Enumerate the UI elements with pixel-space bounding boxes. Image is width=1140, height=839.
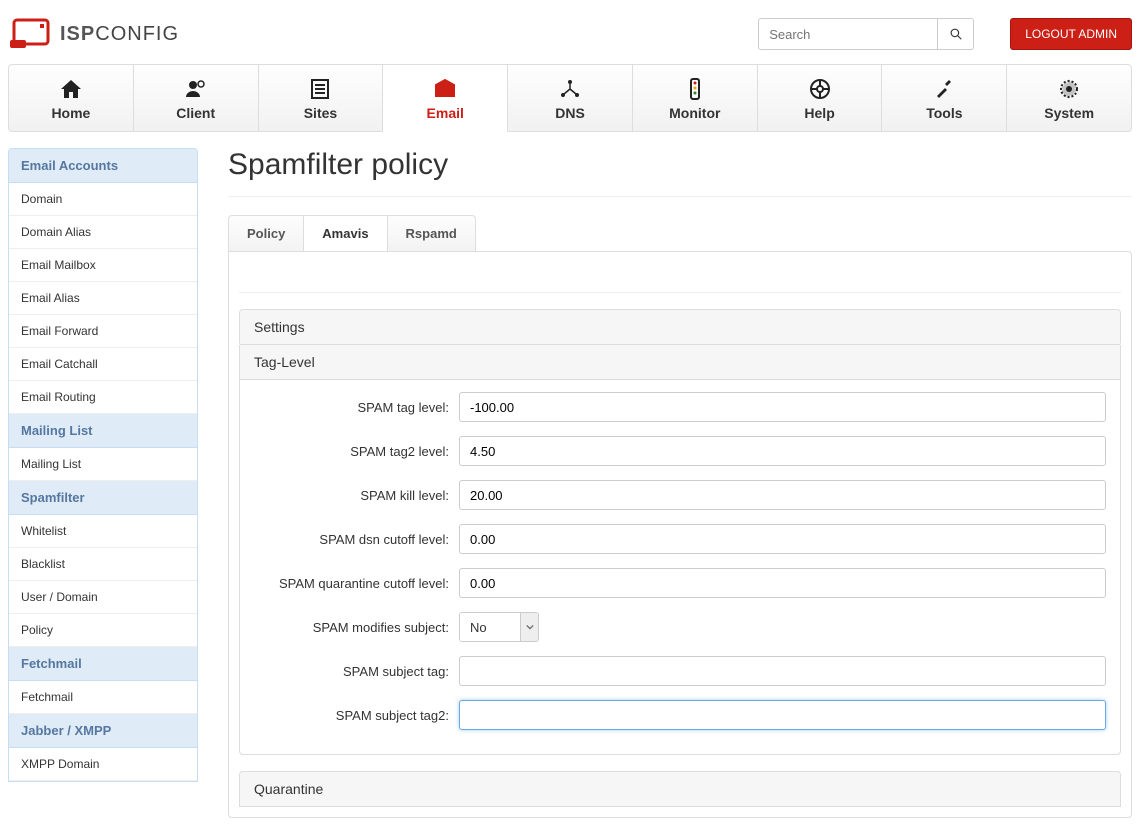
sidebar-item-email-alias[interactable]: Email Alias xyxy=(9,282,197,315)
sidebar-item-whitelist[interactable]: Whitelist xyxy=(9,515,197,548)
sidebar-item-email-mailbox[interactable]: Email Mailbox xyxy=(9,249,197,282)
sidebar-header-fetchmail: Fetchmail xyxy=(9,647,197,681)
input-spam-subject-tag2[interactable] xyxy=(459,700,1106,730)
sidebar-item-email-catchall[interactable]: Email Catchall xyxy=(9,348,197,381)
nav-label: System xyxy=(1044,105,1094,121)
logout-button[interactable]: LOGOUT ADMIN xyxy=(1010,18,1132,50)
tabs: Policy Amavis Rspamd xyxy=(228,215,476,251)
select-spam-modifies-subject[interactable]: No xyxy=(459,612,539,642)
brand-text: ISPCONFIG xyxy=(60,23,179,46)
chevron-down-icon xyxy=(520,613,538,641)
nav-client[interactable]: Client xyxy=(134,65,259,131)
system-icon xyxy=(1057,77,1081,101)
nav-label: Sites xyxy=(304,105,337,121)
sidebar-item-domain[interactable]: Domain xyxy=(9,183,197,216)
label-spam-subject-tag2: SPAM subject tag2: xyxy=(254,708,459,723)
nav-label: Email xyxy=(427,105,464,121)
search-button[interactable] xyxy=(938,18,974,50)
input-spam-quarantine-cutoff[interactable] xyxy=(459,568,1106,598)
input-spam-kill-level[interactable] xyxy=(459,480,1106,510)
sidebar-item-mailing-list[interactable]: Mailing List xyxy=(9,448,197,481)
main-nav: Home Client Sites Email DNS Monitor Help… xyxy=(8,64,1132,132)
sites-icon xyxy=(308,77,332,101)
page-title: Spamfilter policy xyxy=(228,148,1132,182)
search-icon xyxy=(950,28,962,40)
nav-label: Client xyxy=(176,105,215,121)
sidebar-item-blacklist[interactable]: Blacklist xyxy=(9,548,197,581)
input-spam-dsn-cutoff[interactable] xyxy=(459,524,1106,554)
tab-amavis[interactable]: Amavis xyxy=(304,216,387,251)
sidebar-item-xmpp-domain[interactable]: XMPP Domain xyxy=(9,748,197,781)
nav-help[interactable]: Help xyxy=(758,65,883,131)
sidebar-item-fetchmail[interactable]: Fetchmail xyxy=(9,681,197,714)
nav-label: Home xyxy=(51,105,90,121)
sidebar-header-accounts: Email Accounts xyxy=(9,149,197,183)
nav-system[interactable]: System xyxy=(1007,65,1131,131)
logo: ISPCONFIG xyxy=(8,18,179,50)
sidebar-header-jabber: Jabber / XMPP xyxy=(9,714,197,748)
sidebar-header-spamfilter: Spamfilter xyxy=(9,481,197,515)
help-icon xyxy=(808,77,832,101)
nav-monitor[interactable]: Monitor xyxy=(633,65,758,131)
label-spam-tag2-level: SPAM tag2 level: xyxy=(254,444,459,459)
label-spam-dsn-cutoff: SPAM dsn cutoff level: xyxy=(254,532,459,547)
tools-icon xyxy=(932,77,956,101)
email-icon xyxy=(433,77,457,101)
label-spam-quarantine-cutoff: SPAM quarantine cutoff level: xyxy=(254,576,459,591)
nav-tools[interactable]: Tools xyxy=(882,65,1007,131)
input-spam-tag-level[interactable] xyxy=(459,392,1106,422)
monitor-icon xyxy=(683,77,707,101)
input-spam-subject-tag[interactable] xyxy=(459,656,1106,686)
sidebar-header-mailing: Mailing List xyxy=(9,414,197,448)
tab-policy[interactable]: Policy xyxy=(229,216,304,251)
select-value: No xyxy=(460,613,520,641)
logo-icon xyxy=(8,18,52,50)
input-spam-tag2-level[interactable] xyxy=(459,436,1106,466)
sidebar-item-domain-alias[interactable]: Domain Alias xyxy=(9,216,197,249)
sidebar: Email Accounts Domain Domain Alias Email… xyxy=(8,148,198,782)
nav-email[interactable]: Email xyxy=(383,65,508,132)
sidebar-item-email-forward[interactable]: Email Forward xyxy=(9,315,197,348)
nav-dns[interactable]: DNS xyxy=(508,65,633,131)
label-spam-subject-tag: SPAM subject tag: xyxy=(254,664,459,679)
sidebar-item-user-domain[interactable]: User / Domain xyxy=(9,581,197,614)
settings-fieldset: Settings xyxy=(239,309,1121,346)
label-spam-tag-level: SPAM tag level: xyxy=(254,400,459,415)
nav-label: Help xyxy=(804,105,834,121)
label-spam-modifies-subject: SPAM modifies subject: xyxy=(254,620,459,635)
taglevel-header: Tag-Level xyxy=(240,345,1120,380)
nav-sites[interactable]: Sites xyxy=(259,65,384,131)
search-input[interactable] xyxy=(758,18,938,50)
sidebar-item-policy[interactable]: Policy xyxy=(9,614,197,647)
nav-label: DNS xyxy=(555,105,585,121)
quarantine-header: Quarantine xyxy=(239,771,1121,807)
dns-icon xyxy=(558,77,582,101)
nav-label: Tools xyxy=(926,105,962,121)
tab-rspamd[interactable]: Rspamd xyxy=(388,216,475,251)
client-icon xyxy=(184,77,208,101)
nav-home[interactable]: Home xyxy=(9,65,134,131)
nav-label: Monitor xyxy=(669,105,720,121)
settings-header: Settings xyxy=(240,310,1120,345)
sidebar-item-email-routing[interactable]: Email Routing xyxy=(9,381,197,414)
home-icon xyxy=(59,77,83,101)
label-spam-kill-level: SPAM kill level: xyxy=(254,488,459,503)
